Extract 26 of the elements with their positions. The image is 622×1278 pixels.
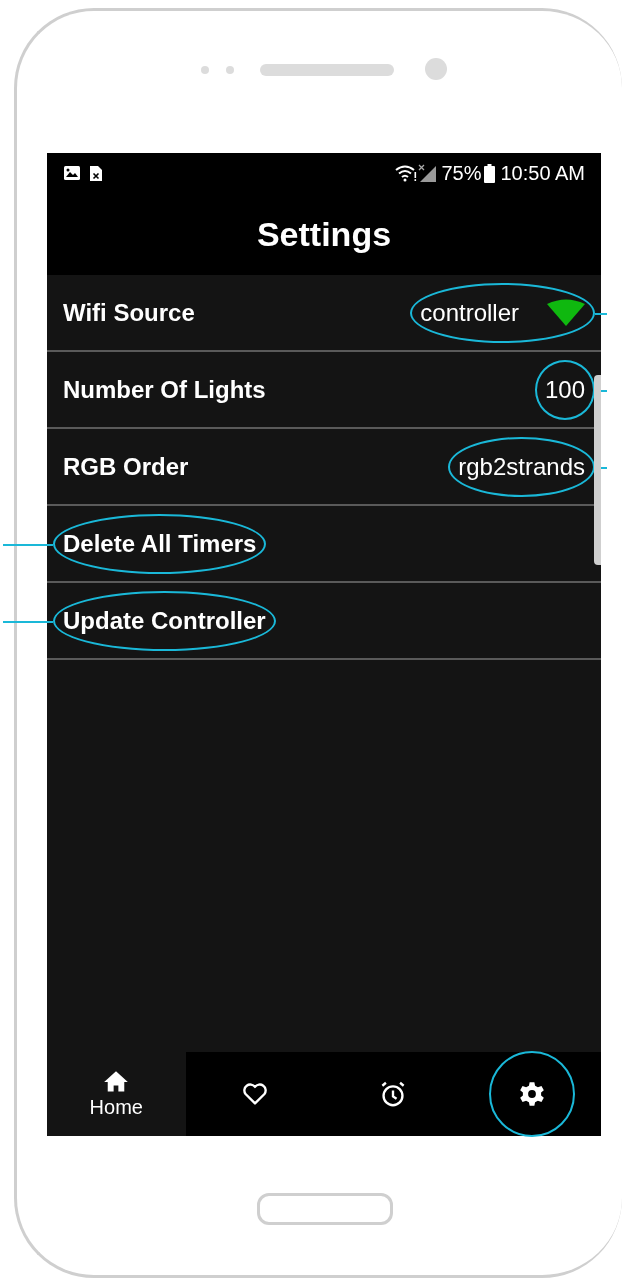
- heart-icon: [241, 1081, 268, 1107]
- leader-line: [3, 543, 53, 546]
- home-button[interactable]: [257, 1193, 393, 1225]
- setting-value: 100: [544, 374, 585, 405]
- nav-tab[interactable]: Home: [47, 1052, 186, 1136]
- status-time: 10:50 AM: [500, 161, 585, 186]
- settings-icon: [518, 1081, 545, 1107]
- signal-icon: [417, 163, 438, 183]
- leader-line: [3, 620, 53, 623]
- setting-label: RGB Order: [63, 451, 189, 482]
- battery-percent: 75%: [441, 161, 482, 186]
- wifi-icon: [395, 164, 418, 182]
- screen-title: Settings: [256, 213, 392, 255]
- setting-label: Wifi Source: [63, 297, 195, 328]
- setting-label: Delete All Timers: [63, 528, 257, 559]
- alarm-clock-icon: [380, 1081, 407, 1107]
- camera-lens: [425, 58, 447, 80]
- wifi-signal-icon: [547, 299, 585, 326]
- leader-line: [595, 312, 607, 315]
- setting-label: Number Of Lights: [63, 374, 266, 405]
- file-x-icon: [89, 164, 103, 182]
- image-icon: [63, 165, 81, 181]
- battery-icon: [484, 163, 496, 183]
- setting-value: controller: [420, 297, 519, 328]
- setting-value: rgb2strands: [458, 451, 585, 482]
- setting-label: Update Controller: [63, 605, 266, 636]
